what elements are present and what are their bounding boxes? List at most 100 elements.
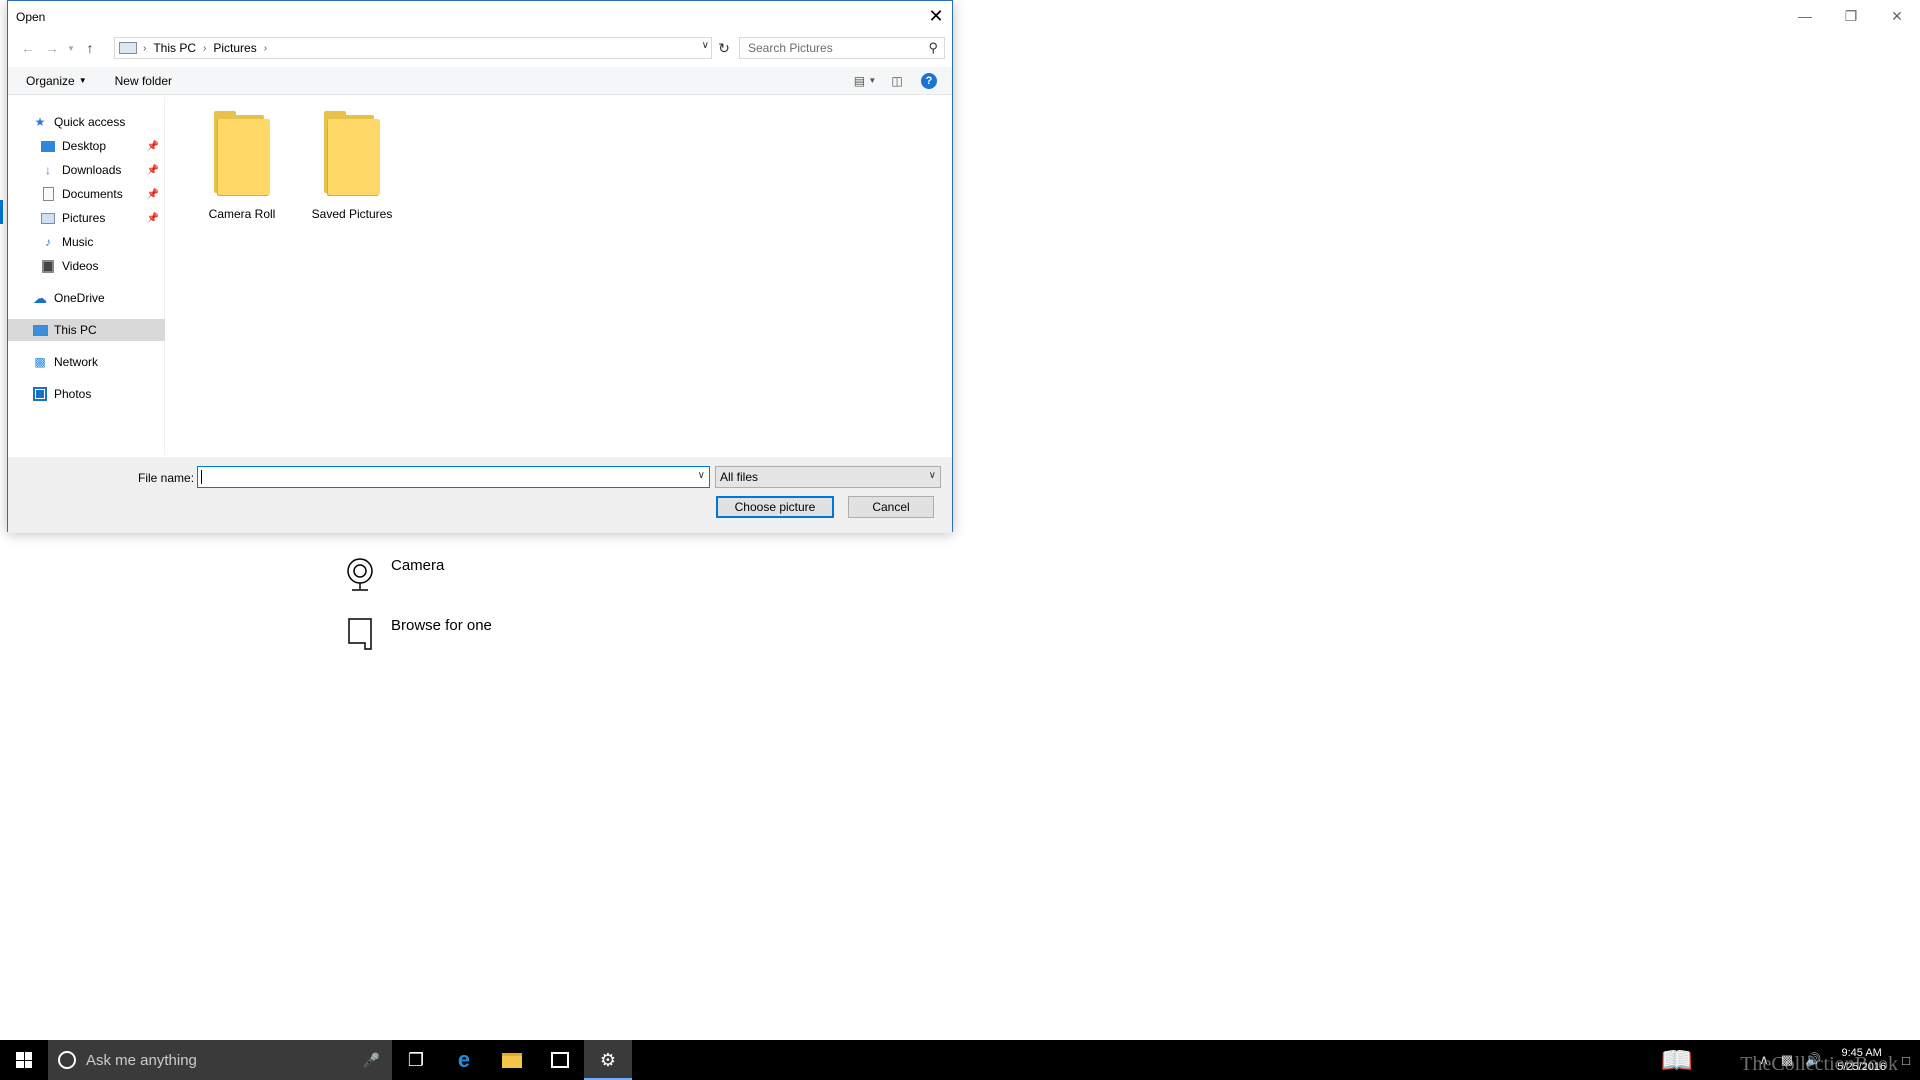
nav-network[interactable]: ▩ Network bbox=[8, 351, 165, 373]
start-button[interactable] bbox=[0, 1040, 48, 1080]
nav-label: Photos bbox=[54, 387, 92, 401]
watermark-text: TheCollectionBook bbox=[1740, 1053, 1898, 1075]
window-controls: — ❐ ✕ bbox=[1782, 0, 1920, 32]
preview-pane-icon[interactable]: ◫ bbox=[884, 70, 910, 92]
nav-this-pc[interactable]: This PC bbox=[8, 319, 165, 341]
address-bar-row: ← → ▼ ↑ › This PC › Pictures › ∨ ↻ Searc… bbox=[8, 34, 952, 62]
folder-name: Camera Roll bbox=[208, 207, 276, 221]
dialog-title: Open bbox=[16, 10, 46, 24]
folder-tile[interactable]: Camera Roll bbox=[192, 97, 292, 221]
network-icon: ▩ bbox=[34, 355, 46, 369]
recent-dropdown-icon[interactable]: ▼ bbox=[64, 36, 78, 60]
file-type-value: All files bbox=[720, 470, 759, 484]
microphone-icon[interactable]: 🎤 bbox=[363, 1052, 380, 1069]
caret-down-icon: ▼ bbox=[78, 76, 87, 85]
nav-music[interactable]: ♪ Music bbox=[8, 231, 165, 253]
download-arrow-icon: ↓ bbox=[45, 163, 51, 177]
minimize-icon[interactable]: — bbox=[1782, 0, 1828, 32]
pin-icon[interactable]: 📌 bbox=[147, 189, 159, 200]
computer-icon bbox=[32, 322, 48, 338]
nav-desktop[interactable]: Desktop 📌 bbox=[8, 135, 165, 157]
camera-icon bbox=[345, 556, 375, 592]
book-icon: 📖 bbox=[1660, 1044, 1694, 1075]
task-view-icon[interactable]: ❐ bbox=[392, 1040, 440, 1080]
cortana-search-box[interactable]: Ask me anything 🎤 bbox=[48, 1040, 392, 1080]
back-arrow-icon[interactable]: ← bbox=[16, 36, 40, 60]
search-icon: ⚲ bbox=[928, 40, 938, 55]
view-options-icon[interactable]: ▤ ▼ bbox=[852, 70, 878, 92]
up-arrow-icon[interactable]: ↑ bbox=[78, 36, 102, 60]
new-folder-label: New folder bbox=[114, 73, 172, 88]
photos-icon bbox=[32, 386, 48, 402]
forward-arrow-icon[interactable]: → bbox=[40, 36, 64, 60]
music-note-icon: ♪ bbox=[45, 235, 51, 249]
folder-tile[interactable]: Saved Pictures bbox=[302, 97, 402, 221]
nav-label: Pictures bbox=[62, 211, 106, 225]
folder-icon bbox=[324, 111, 380, 195]
browse-option-label: Browse for one bbox=[391, 617, 492, 634]
nav-accent-bar bbox=[0, 200, 3, 224]
star-icon: ★ bbox=[34, 115, 46, 129]
text-cursor bbox=[201, 470, 202, 484]
breadcrumb-this-pc[interactable]: This PC bbox=[153, 41, 196, 55]
open-dialog: Open ✕ ← → ▼ ↑ › This PC › Pictures › ∨ … bbox=[7, 0, 953, 533]
cancel-button[interactable]: Cancel bbox=[848, 496, 934, 518]
taskbar: Ask me anything 🎤 ❐ e ⚙ 📖 ∧ ▩ 🔊 9:45 AM … bbox=[0, 1040, 1920, 1080]
help-icon: ? bbox=[921, 72, 937, 89]
nav-label: Downloads bbox=[62, 163, 122, 177]
choose-picture-button[interactable]: Choose picture bbox=[716, 496, 834, 518]
file-name-input[interactable]: ∨ bbox=[197, 466, 710, 488]
nav-label: Videos bbox=[62, 259, 99, 273]
dialog-footer: File name: ∨ All files ∨ Choose picture … bbox=[8, 457, 952, 533]
nav-quick-access[interactable]: ★ Quick access bbox=[8, 111, 165, 133]
dialog-titlebar: Open ✕ bbox=[8, 1, 952, 33]
address-bar[interactable]: › This PC › Pictures › ∨ bbox=[114, 37, 712, 59]
new-folder-button[interactable]: New folder bbox=[105, 74, 182, 88]
windows-logo-icon bbox=[16, 1052, 32, 1068]
file-icon bbox=[345, 616, 375, 652]
close-window-icon[interactable]: ✕ bbox=[1874, 0, 1920, 32]
pin-icon[interactable]: 📌 bbox=[147, 213, 159, 224]
nav-photos[interactable]: Photos bbox=[8, 383, 165, 405]
command-toolbar: Organize ▼ New folder ▤ ▼ ◫ ? bbox=[8, 67, 952, 95]
breadcrumb-pictures[interactable]: Pictures bbox=[213, 41, 256, 55]
pin-icon[interactable]: 📌 bbox=[147, 141, 159, 152]
file-type-select[interactable]: All files ∨ bbox=[715, 466, 941, 488]
refresh-icon[interactable]: ↻ bbox=[714, 37, 734, 59]
nav-label: This PC bbox=[54, 323, 97, 337]
nav-onedrive[interactable]: ☁ OneDrive bbox=[8, 287, 165, 309]
address-dropdown-icon[interactable]: ∨ bbox=[702, 40, 709, 51]
restore-icon[interactable]: ❐ bbox=[1828, 0, 1874, 32]
nav-pictures[interactable]: Pictures 📌 bbox=[8, 207, 165, 229]
nav-downloads[interactable]: ↓ Downloads 📌 bbox=[8, 159, 165, 181]
close-icon[interactable]: ✕ bbox=[920, 1, 952, 31]
nav-label: OneDrive bbox=[54, 291, 105, 305]
edge-icon[interactable]: e bbox=[440, 1040, 488, 1080]
organize-button[interactable]: Organize ▼ bbox=[16, 74, 97, 88]
this-pc-small-icon bbox=[119, 42, 137, 54]
folder-icon bbox=[214, 111, 270, 195]
folder-name: Saved Pictures bbox=[311, 207, 393, 221]
camera-option-label: Camera bbox=[391, 557, 445, 574]
nav-label: Network bbox=[54, 355, 99, 369]
file-list: Camera Roll Saved Pictures bbox=[168, 97, 952, 455]
organize-label: Organize bbox=[26, 73, 75, 88]
pin-icon[interactable]: 📌 bbox=[147, 165, 159, 176]
nav-label: Documents bbox=[62, 187, 123, 201]
chevron-down-icon: ∨ bbox=[928, 470, 936, 481]
nav-label: Quick access bbox=[54, 115, 126, 129]
nav-label: Music bbox=[62, 235, 94, 249]
store-icon[interactable] bbox=[536, 1040, 584, 1080]
settings-gear-icon[interactable]: ⚙ bbox=[584, 1040, 632, 1080]
file-explorer-icon[interactable] bbox=[488, 1040, 536, 1080]
camera-option[interactable]: Camera bbox=[345, 556, 444, 592]
file-name-label: File name: bbox=[138, 471, 195, 485]
browse-option[interactable]: Browse for one bbox=[345, 616, 492, 652]
search-placeholder: Search Pictures bbox=[748, 41, 833, 55]
search-box[interactable]: Search Pictures ⚲ bbox=[739, 37, 945, 59]
nav-videos[interactable]: Videos bbox=[8, 255, 165, 277]
help-button[interactable]: ? bbox=[916, 70, 942, 92]
file-name-dropdown-icon[interactable]: ∨ bbox=[698, 470, 705, 481]
nav-documents[interactable]: Documents 📌 bbox=[8, 183, 165, 205]
action-center-icon[interactable]: □ bbox=[1902, 1053, 1910, 1068]
